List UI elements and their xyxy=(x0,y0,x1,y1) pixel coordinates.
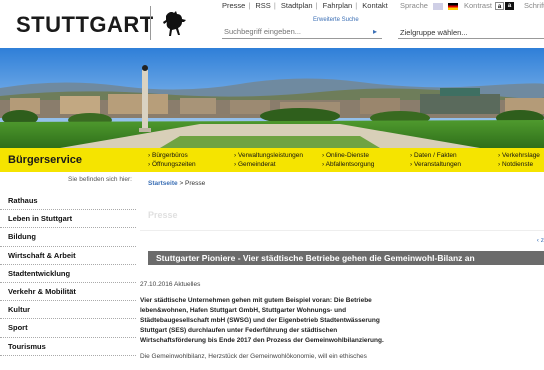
nav-item-kultur[interactable]: Kultur xyxy=(0,301,136,320)
article-lead: Vier städtische Unternehmen gehen mit gu… xyxy=(140,296,470,346)
logo-text: STUTTGART xyxy=(16,12,154,37)
band-link-veranstaltungen[interactable]: Veranstaltungen xyxy=(410,160,461,169)
topnav-rss[interactable]: RSS xyxy=(255,1,270,10)
search-input[interactable] xyxy=(224,27,364,36)
buergerservice-band: Bürgerservice Bürgerbüros Öffnungszeiten… xyxy=(0,148,544,172)
logo-divider xyxy=(150,6,151,40)
band-column-2: Verwaltungsleistungen Gemeinderat xyxy=(234,151,303,169)
advanced-search-link[interactable]: Erweiterte Suche xyxy=(313,17,359,23)
nav-item-sport[interactable]: Sport xyxy=(0,319,136,338)
main-content: Startseite > Presse Presse ‹ z Stuttgart… xyxy=(140,172,544,370)
band-link-daten-fakten[interactable]: Daten / Fakten xyxy=(410,151,461,160)
german-flag-icon[interactable] xyxy=(448,2,459,10)
nav-item-rathaus[interactable]: Rathaus xyxy=(0,192,136,211)
band-column-4: Daten / Fakten Veranstaltungen xyxy=(410,151,461,169)
bottom-fade xyxy=(0,360,544,370)
nav-item-leben-in-stuttgart[interactable]: Leben in Stuttgart xyxy=(0,210,136,229)
band-column-3: Online-Dienste Abfallentsorgung xyxy=(322,151,375,169)
band-link-notdienste[interactable]: Notdienste xyxy=(498,160,540,169)
header: STUTTGART Presse | RSS | Stadtplan | Fahrpl… xyxy=(0,0,544,48)
breadcrumb-separator: > xyxy=(179,180,184,187)
band-link-abfallentsorgung[interactable]: Abfallentsorgung xyxy=(322,160,375,169)
breadcrumb: Startseite > Presse xyxy=(148,180,205,187)
contrast-dark-button[interactable]: a xyxy=(505,2,515,11)
article-lead-line: Stuttgart (SES) durchlaufen unter Federf… xyxy=(140,327,338,334)
article-container: ‹ z Stuttgarter Pioniere - Vier städtisc… xyxy=(140,230,544,370)
nav-item-bildung[interactable]: Bildung xyxy=(0,228,136,247)
buergerservice-title[interactable]: Bürgerservice xyxy=(8,154,82,166)
nav-item-stadtentwicklung[interactable]: Stadtentwicklung xyxy=(0,265,136,283)
band-link-verkehrslage[interactable]: Verkehrslage xyxy=(498,151,540,160)
article-title-bar: Stuttgarter Pioniere - Vier städtische B… xyxy=(148,251,544,265)
band-column-1: Bürgerbüros Öffnungszeiten xyxy=(148,151,196,169)
nav-list: Rathaus Leben in Stuttgart Bildung Wirts… xyxy=(0,192,136,356)
topnav-kontakt[interactable]: Kontakt xyxy=(362,1,387,10)
language-selector: Sprache xyxy=(400,1,459,10)
location-label: Sie befinden sich hier: xyxy=(68,176,132,183)
sprache-label: Sprache xyxy=(400,1,428,10)
page: STUTTGART Presse | RSS | Stadtplan | Fahrpl… xyxy=(0,0,544,370)
kontrast-label: Kontrast xyxy=(464,1,492,10)
band-link-verwaltungsleistungen[interactable]: Verwaltungsleistungen xyxy=(234,151,303,160)
breadcrumb-home-link[interactable]: Startseite xyxy=(148,180,178,187)
contrast-light-button[interactable]: a xyxy=(495,2,505,11)
topnav-presse[interactable]: Presse xyxy=(222,1,245,10)
article-lead-line: Städtebaugesellschaft mbH (SWSG) und der… xyxy=(140,317,380,324)
target-group-select[interactable]: Zielgruppe wählen... xyxy=(398,26,544,39)
article-paragraph: Die Gemeinwohlbilanz, Herzstück der Geme… xyxy=(140,353,367,360)
band-link-gemeinderat[interactable]: Gemeinderat xyxy=(234,160,303,169)
search-box: ▸ xyxy=(222,26,382,39)
topnav-stadtplan[interactable]: Stadtplan xyxy=(281,1,313,10)
font-size-selector[interactable]: Schrift xyxy=(524,1,544,10)
left-navigation: Sie befinden sich hier: Rathaus Leben in… xyxy=(0,172,138,370)
band-link-buergerbueros[interactable]: Bürgerbüros xyxy=(148,151,196,160)
english-flag-icon[interactable] xyxy=(433,2,444,10)
nav-item-wirtschaft-arbeit[interactable]: Wirtschaft & Arbeit xyxy=(0,247,136,265)
top-navigation: Presse | RSS | Stadtplan | Fahrplan | Kontak… xyxy=(222,1,388,10)
city-panorama-image xyxy=(0,48,544,148)
topnav-fahrplan[interactable]: Fahrplan xyxy=(323,1,353,10)
article-date-category: 27.10.2016 Aktuelles xyxy=(140,281,201,288)
band-column-5: Verkehrslage Notdienste xyxy=(498,151,540,169)
band-link-online-dienste[interactable]: Online-Dienste xyxy=(322,151,374,160)
band-link-oeffnungszeiten[interactable]: Öffnungszeiten xyxy=(148,160,196,169)
search-submit-icon[interactable]: ▸ xyxy=(370,27,380,37)
nav-item-verkehr-mobilitaet[interactable]: Verkehr & Mobilität xyxy=(0,283,136,302)
breadcrumb-current: Presse xyxy=(185,180,206,187)
stuttgart-logo[interactable]: STUTTGART xyxy=(16,12,154,38)
article-lead-line: Vier städtische Unternehmen gehen mit gu… xyxy=(140,297,372,304)
horse-crest-icon xyxy=(163,11,186,36)
section-title: Presse xyxy=(148,210,178,220)
article-lead-line: Wirtschaftsförderung bis Ende 2017 den P… xyxy=(140,337,384,344)
previous-article-link[interactable]: ‹ z xyxy=(537,237,544,244)
nav-item-tourismus[interactable]: Tourismus xyxy=(0,338,136,356)
article-title: Stuttgarter Pioniere - Vier städtische B… xyxy=(156,253,475,263)
article-lead-line: leben&wohnen, Hafen Stuttgart GmbH, Stut… xyxy=(140,307,347,314)
contrast-selector: Kontrast aa xyxy=(464,1,515,11)
